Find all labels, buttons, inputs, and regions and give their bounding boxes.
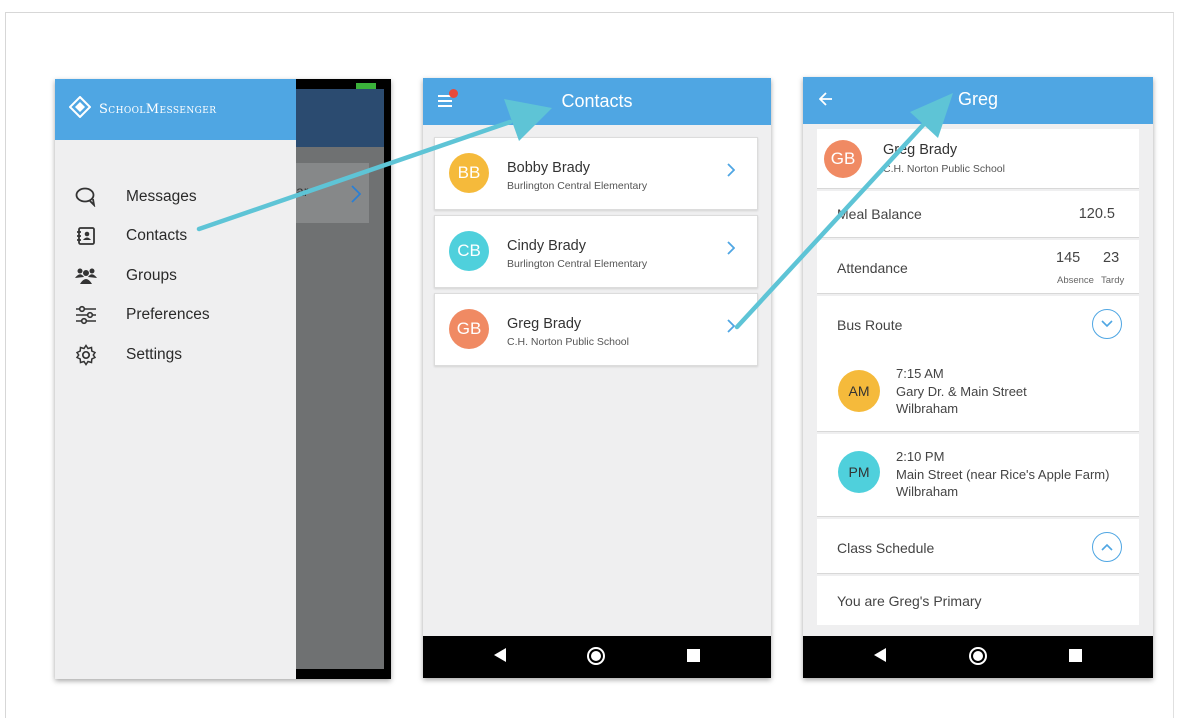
menu-label: Preferences: [126, 306, 210, 324]
primary-note: You are Greg's Primary: [837, 593, 982, 609]
screen-title: Contacts: [561, 91, 633, 111]
menu-label: Messages: [126, 187, 197, 205]
attendance-label: Attendance: [837, 260, 908, 276]
chevron-up-icon[interactable]: [1092, 532, 1122, 562]
back-triangle-icon[interactable]: [493, 647, 507, 668]
route-town: Wilbraham: [896, 484, 959, 499]
route-time: 7:15 AM: [896, 366, 944, 381]
contacts-book-icon: [74, 224, 98, 248]
recents-square-icon[interactable]: [687, 649, 700, 667]
contact-row[interactable]: CB Cindy Brady Burlington Central Elemen…: [434, 215, 758, 288]
meal-balance-label: Meal Balance: [837, 206, 922, 222]
menu-item-preferences[interactable]: Preferences: [55, 296, 296, 336]
screen-title: Greg: [957, 89, 999, 109]
drawer-header: SchoolMessenger: [55, 79, 296, 140]
contacts-screen: Contacts BB Bobby Brady Burlington Centr…: [423, 78, 771, 678]
brand-name: SchoolMessenger: [99, 102, 217, 117]
student-school: C.H. Norton Public School: [883, 163, 1005, 175]
home-circle-icon[interactable]: [586, 646, 606, 671]
student-detail-screen: Greg GB Greg Brady C.H. Norton Public Sc…: [803, 77, 1153, 678]
student-name: Greg Brady: [883, 142, 958, 158]
app-bar: Contacts: [423, 78, 771, 125]
home-circle-icon[interactable]: [968, 646, 988, 671]
contact-school: C.H. Norton Public School: [507, 336, 629, 348]
recents-square-icon[interactable]: [1069, 649, 1082, 667]
bus-route-label: Bus Route: [837, 317, 903, 333]
menu-label: Settings: [126, 345, 183, 363]
pm-route-row: PM 2:10 PM Main Street (near Rice's Appl…: [817, 434, 1139, 517]
pm-badge: PM: [838, 451, 880, 493]
avatar: CB: [449, 231, 489, 271]
absence-label: Absence: [1057, 275, 1094, 286]
class-schedule-row[interactable]: Class Schedule: [817, 519, 1139, 574]
contact-name: Bobby Brady: [507, 160, 591, 176]
chat-icon: [74, 185, 98, 209]
groups-icon: [74, 264, 98, 288]
menu-label: Contacts: [126, 227, 188, 245]
route-time: 2:10 PM: [896, 449, 945, 464]
avatar: GB: [449, 309, 489, 349]
chevron-right-icon: [727, 241, 736, 260]
navigation-drawer: SchoolMessenger Messages Contacts Groups: [55, 79, 296, 679]
menu-item-groups[interactable]: Groups: [55, 256, 296, 296]
app-bar: Greg: [803, 77, 1153, 124]
avatar: BB: [449, 153, 489, 193]
am-route-details: 7:15 AM Gary Dr. & Main Street Wilbraham: [896, 365, 1027, 418]
tardy-value: 23: [1103, 250, 1120, 266]
bus-route-section: Bus Route AM 7:15 AM Gary Dr. & Main Str…: [817, 296, 1139, 432]
route-stop: Gary Dr. & Main Street: [896, 383, 1027, 399]
drawer-menu: Messages Contacts Groups Preferences Set…: [55, 177, 296, 375]
contact-school: Burlington Central Elementary: [507, 258, 648, 270]
contact-name: Cindy Brady: [507, 238, 586, 254]
android-nav-bar: [803, 636, 1153, 678]
chevron-right-icon: [727, 163, 736, 182]
student-header-card: GB Greg Brady C.H. Norton Public School: [817, 129, 1139, 189]
avatar: GB: [824, 140, 862, 178]
schoolmessenger-logo-icon: [68, 95, 92, 123]
gear-icon: [74, 343, 98, 367]
back-triangle-icon[interactable]: [873, 647, 887, 668]
android-nav-bar: [423, 636, 771, 678]
chevron-down-icon[interactable]: [1092, 309, 1122, 339]
meal-balance-row: Meal Balance 120.5: [817, 191, 1139, 238]
class-schedule-label: Class Schedule: [837, 540, 935, 556]
contact-school: Burlington Central Elementary: [507, 180, 648, 192]
menu-item-contacts[interactable]: Contacts: [55, 217, 296, 257]
background-card-text: ar: [296, 183, 309, 199]
primary-note-row: You are Greg's Primary: [817, 576, 1139, 625]
route-town: Wilbraham: [896, 401, 959, 416]
chevron-right-icon: [727, 319, 736, 338]
meal-balance-value: 120.5: [1078, 206, 1115, 222]
contact-name: Greg Brady: [507, 316, 582, 332]
route-stop: Main Street (near Rice's Apple Farm): [896, 466, 1110, 482]
tardy-label: Tardy: [1101, 275, 1125, 286]
background-chevron-icon: [351, 185, 362, 209]
absence-value: 145: [1056, 250, 1081, 266]
attendance-row: Attendance 145 Absence 23 Tardy: [817, 240, 1139, 294]
pm-route-details: 2:10 PM Main Street (near Rice's Apple F…: [896, 448, 1109, 501]
sliders-icon: [74, 303, 98, 327]
drawer-screen: ar SchoolMessenger Messages Contacts Gro…: [55, 79, 391, 679]
contact-row[interactable]: GB Greg Brady C.H. Norton Public School: [434, 293, 758, 366]
menu-item-messages[interactable]: Messages: [55, 177, 296, 217]
menu-label: Groups: [126, 266, 177, 284]
background-app-bar: [296, 89, 384, 147]
am-badge: AM: [838, 370, 880, 412]
menu-item-settings[interactable]: Settings: [55, 335, 296, 375]
contact-row[interactable]: BB Bobby Brady Burlington Central Elemen…: [434, 137, 758, 210]
